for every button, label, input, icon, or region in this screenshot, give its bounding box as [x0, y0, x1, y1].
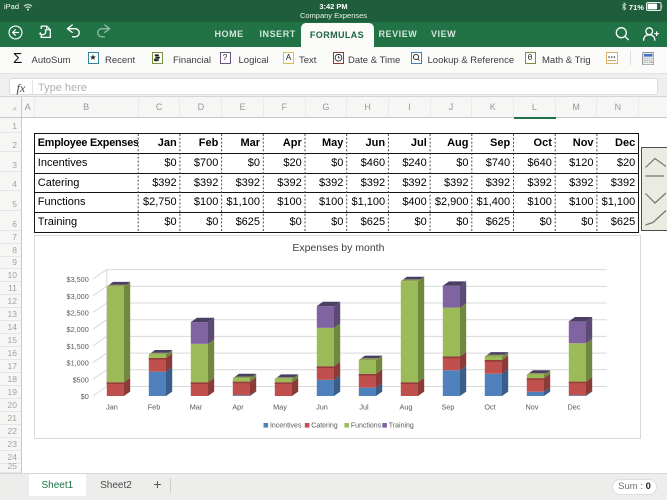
- svg-text:$2,000: $2,000: [67, 325, 89, 334]
- svg-text:Jan: Jan: [106, 402, 118, 411]
- svg-text:Training: Training: [389, 422, 414, 429]
- svg-text:Nov: Nov: [526, 402, 539, 411]
- svg-text:Jun: Jun: [316, 402, 328, 411]
- svg-text:Expenses by month: Expenses by month: [293, 243, 385, 254]
- svg-text:Incentives: Incentives: [270, 422, 302, 429]
- svg-text:Dec: Dec: [568, 402, 581, 411]
- svg-text:Mar: Mar: [190, 402, 203, 411]
- svg-text:$1,500: $1,500: [67, 341, 89, 350]
- svg-text:$0: $0: [81, 391, 89, 400]
- svg-text:May: May: [273, 402, 287, 411]
- svg-text:$1,000: $1,000: [67, 358, 89, 367]
- svg-text:$3,000: $3,000: [67, 291, 89, 300]
- svg-text:$500: $500: [73, 375, 89, 384]
- svg-text:Aug: Aug: [400, 402, 413, 411]
- svg-text:Catering: Catering: [311, 422, 338, 429]
- svg-text:$2,500: $2,500: [67, 308, 89, 317]
- svg-text:Feb: Feb: [148, 402, 161, 411]
- svg-text:Functions: Functions: [351, 422, 382, 429]
- svg-text:Sep: Sep: [442, 402, 455, 411]
- svg-text:Apr: Apr: [233, 402, 245, 411]
- svg-text:Jul: Jul: [360, 402, 370, 411]
- svg-text:Oct: Oct: [485, 402, 496, 411]
- svg-text:$3,500: $3,500: [67, 275, 89, 284]
